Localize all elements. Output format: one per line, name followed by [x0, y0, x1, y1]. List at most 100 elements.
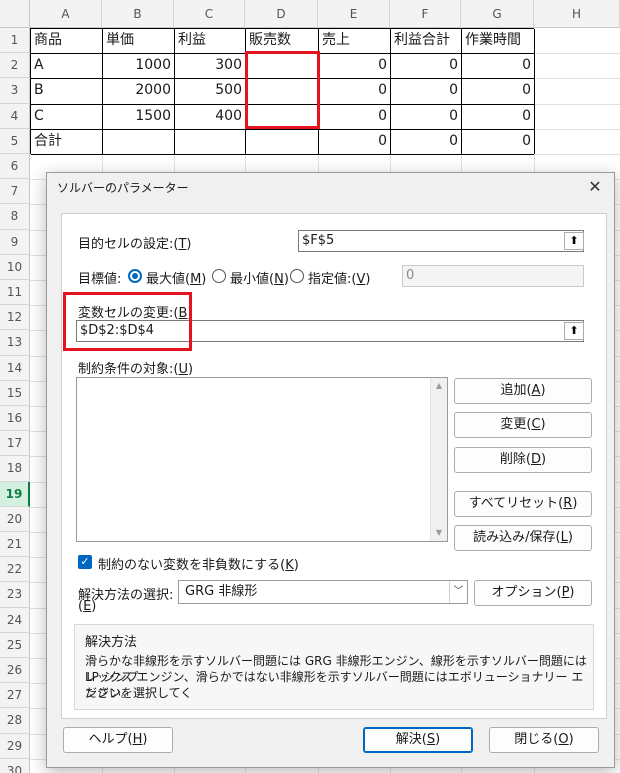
row-header-10[interactable]: 10 [0, 254, 30, 280]
cell-g3[interactable]: 0 [462, 78, 534, 103]
cell-g2[interactable]: 0 [462, 53, 534, 78]
row-header-17[interactable]: 17 [0, 431, 30, 457]
cell-d3[interactable] [246, 78, 318, 103]
row-header-6[interactable]: 6 [0, 154, 30, 180]
row-header-7[interactable]: 7 [0, 179, 30, 205]
row-header-26[interactable]: 26 [0, 658, 30, 684]
cell-d1[interactable]: 販売数 [246, 28, 318, 53]
constraints-list[interactable]: ▲ ▼ [76, 377, 448, 542]
column-header-g[interactable]: G [461, 0, 534, 28]
row-header-8[interactable]: 8 [0, 204, 30, 230]
cell-c3[interactable]: 500 [175, 78, 245, 103]
radio-value-label[interactable]: 指定値:(V) [308, 268, 370, 287]
row-header-19[interactable]: 19 [0, 481, 30, 507]
radio-min-label[interactable]: 最小値(N) [230, 268, 289, 287]
cell-b1[interactable]: 単価 [103, 28, 174, 53]
radio-min[interactable] [212, 269, 226, 283]
options-button[interactable]: オプション(P) [474, 580, 592, 606]
cell-d4[interactable] [246, 104, 318, 129]
column-header-h[interactable]: H [534, 0, 620, 28]
column-header-e[interactable]: E [318, 0, 390, 28]
cell-b2[interactable]: 1000 [103, 53, 174, 78]
cell-e3[interactable]: 0 [319, 78, 390, 103]
cell-b3[interactable]: 2000 [103, 78, 174, 103]
row-header-28[interactable]: 28 [0, 708, 30, 734]
cell-a3[interactable]: B [31, 78, 102, 103]
row-header-1[interactable]: 1 [0, 28, 30, 54]
method-select[interactable]: GRG 非線形 ﹀ [178, 580, 468, 604]
row-header-22[interactable]: 22 [0, 557, 30, 583]
solve-button[interactable]: 解決(S) [363, 727, 473, 753]
collapse-ref-icon[interactable]: ⬆ [564, 232, 584, 250]
cell-f4[interactable]: 0 [391, 104, 461, 129]
help-button[interactable]: ヘルプ(H) [63, 727, 173, 753]
chevron-down-icon[interactable]: ﹀ [449, 581, 467, 603]
row-header-23[interactable]: 23 [0, 582, 30, 608]
column-header-a[interactable]: A [30, 0, 102, 28]
objective-field[interactable]: $F$5 [298, 230, 584, 252]
column-header-d[interactable]: D [245, 0, 318, 28]
radio-value[interactable] [290, 269, 304, 283]
cell-d2[interactable] [246, 53, 318, 78]
cell-c2[interactable]: 300 [175, 53, 245, 78]
cell-a2[interactable]: A [31, 53, 102, 78]
row-header-20[interactable]: 20 [0, 506, 30, 532]
cell-c1[interactable]: 利益 [175, 28, 245, 53]
row-header-15[interactable]: 15 [0, 380, 30, 406]
cell-a4[interactable]: C [31, 104, 102, 129]
row-header-3[interactable]: 3 [0, 78, 30, 104]
radio-max[interactable] [128, 269, 142, 283]
row-header-4[interactable]: 4 [0, 103, 30, 129]
row-header-30[interactable]: 30 [0, 758, 30, 773]
cell-f5[interactable]: 0 [391, 129, 461, 154]
cell-e5[interactable]: 0 [319, 129, 390, 154]
row-header-27[interactable]: 27 [0, 683, 30, 709]
variables-field[interactable]: $D$2:$D$4 [76, 320, 584, 342]
cell-f1[interactable]: 利益合計 [391, 28, 461, 53]
cell-e4[interactable]: 0 [319, 104, 390, 129]
radio-max-label[interactable]: 最大値(M) [146, 268, 206, 287]
cell-e2[interactable]: 0 [319, 53, 390, 78]
add-button[interactable]: 追加(A) [454, 378, 592, 404]
cell-g1[interactable]: 作業時間 [462, 28, 534, 53]
cell-b4[interactable]: 1500 [103, 104, 174, 129]
row-header-25[interactable]: 25 [0, 632, 30, 658]
row-header-11[interactable]: 11 [0, 280, 30, 306]
row-header-2[interactable]: 2 [0, 53, 30, 79]
column-header-c[interactable]: C [174, 0, 245, 28]
column-header-b[interactable]: B [102, 0, 174, 28]
cell-f3[interactable]: 0 [391, 78, 461, 103]
cell-a1[interactable]: 商品 [31, 28, 102, 53]
row-header-24[interactable]: 24 [0, 607, 30, 633]
collapse-ref-icon[interactable]: ⬆ [564, 322, 584, 340]
cell-f2[interactable]: 0 [391, 53, 461, 78]
load-save-button[interactable]: 読み込み/保存(L) [454, 525, 592, 551]
column-header-f[interactable]: F [390, 0, 461, 28]
cell-g4[interactable]: 0 [462, 104, 534, 129]
row-header-21[interactable]: 21 [0, 532, 30, 558]
cell-e1[interactable]: 売上 [319, 28, 390, 53]
row-header-18[interactable]: 18 [0, 456, 30, 482]
select-all-corner[interactable] [0, 0, 30, 28]
constraints-scrollbar[interactable]: ▲ ▼ [430, 378, 447, 541]
row-header-12[interactable]: 12 [0, 305, 30, 331]
scroll-up-icon[interactable]: ▲ [431, 378, 447, 394]
cell-g5[interactable]: 0 [462, 129, 534, 154]
scroll-down-icon[interactable]: ▼ [431, 525, 447, 541]
nonnegative-label[interactable]: 制約のない変数を非負数にする(K) [98, 554, 299, 573]
reset-all-button[interactable]: すべてリセット(R) [454, 491, 592, 517]
row-header-9[interactable]: 9 [0, 229, 30, 255]
delete-button[interactable]: 削除(D) [454, 447, 592, 473]
row-header-29[interactable]: 29 [0, 733, 30, 759]
row-header-13[interactable]: 13 [0, 330, 30, 356]
close-icon[interactable]: ✕ [584, 176, 606, 198]
change-button[interactable]: 変更(C) [454, 412, 592, 438]
nonnegative-checkbox[interactable]: ✓ [78, 555, 92, 569]
row-header-16[interactable]: 16 [0, 406, 30, 432]
close-button[interactable]: 閉じる(O) [489, 727, 599, 753]
goal-value-field[interactable]: 0 [402, 265, 584, 287]
cell-a5[interactable]: 合計 [31, 129, 102, 154]
row-header-14[interactable]: 14 [0, 355, 30, 381]
row-header-5[interactable]: 5 [0, 128, 30, 154]
cell-c4[interactable]: 400 [175, 104, 245, 129]
